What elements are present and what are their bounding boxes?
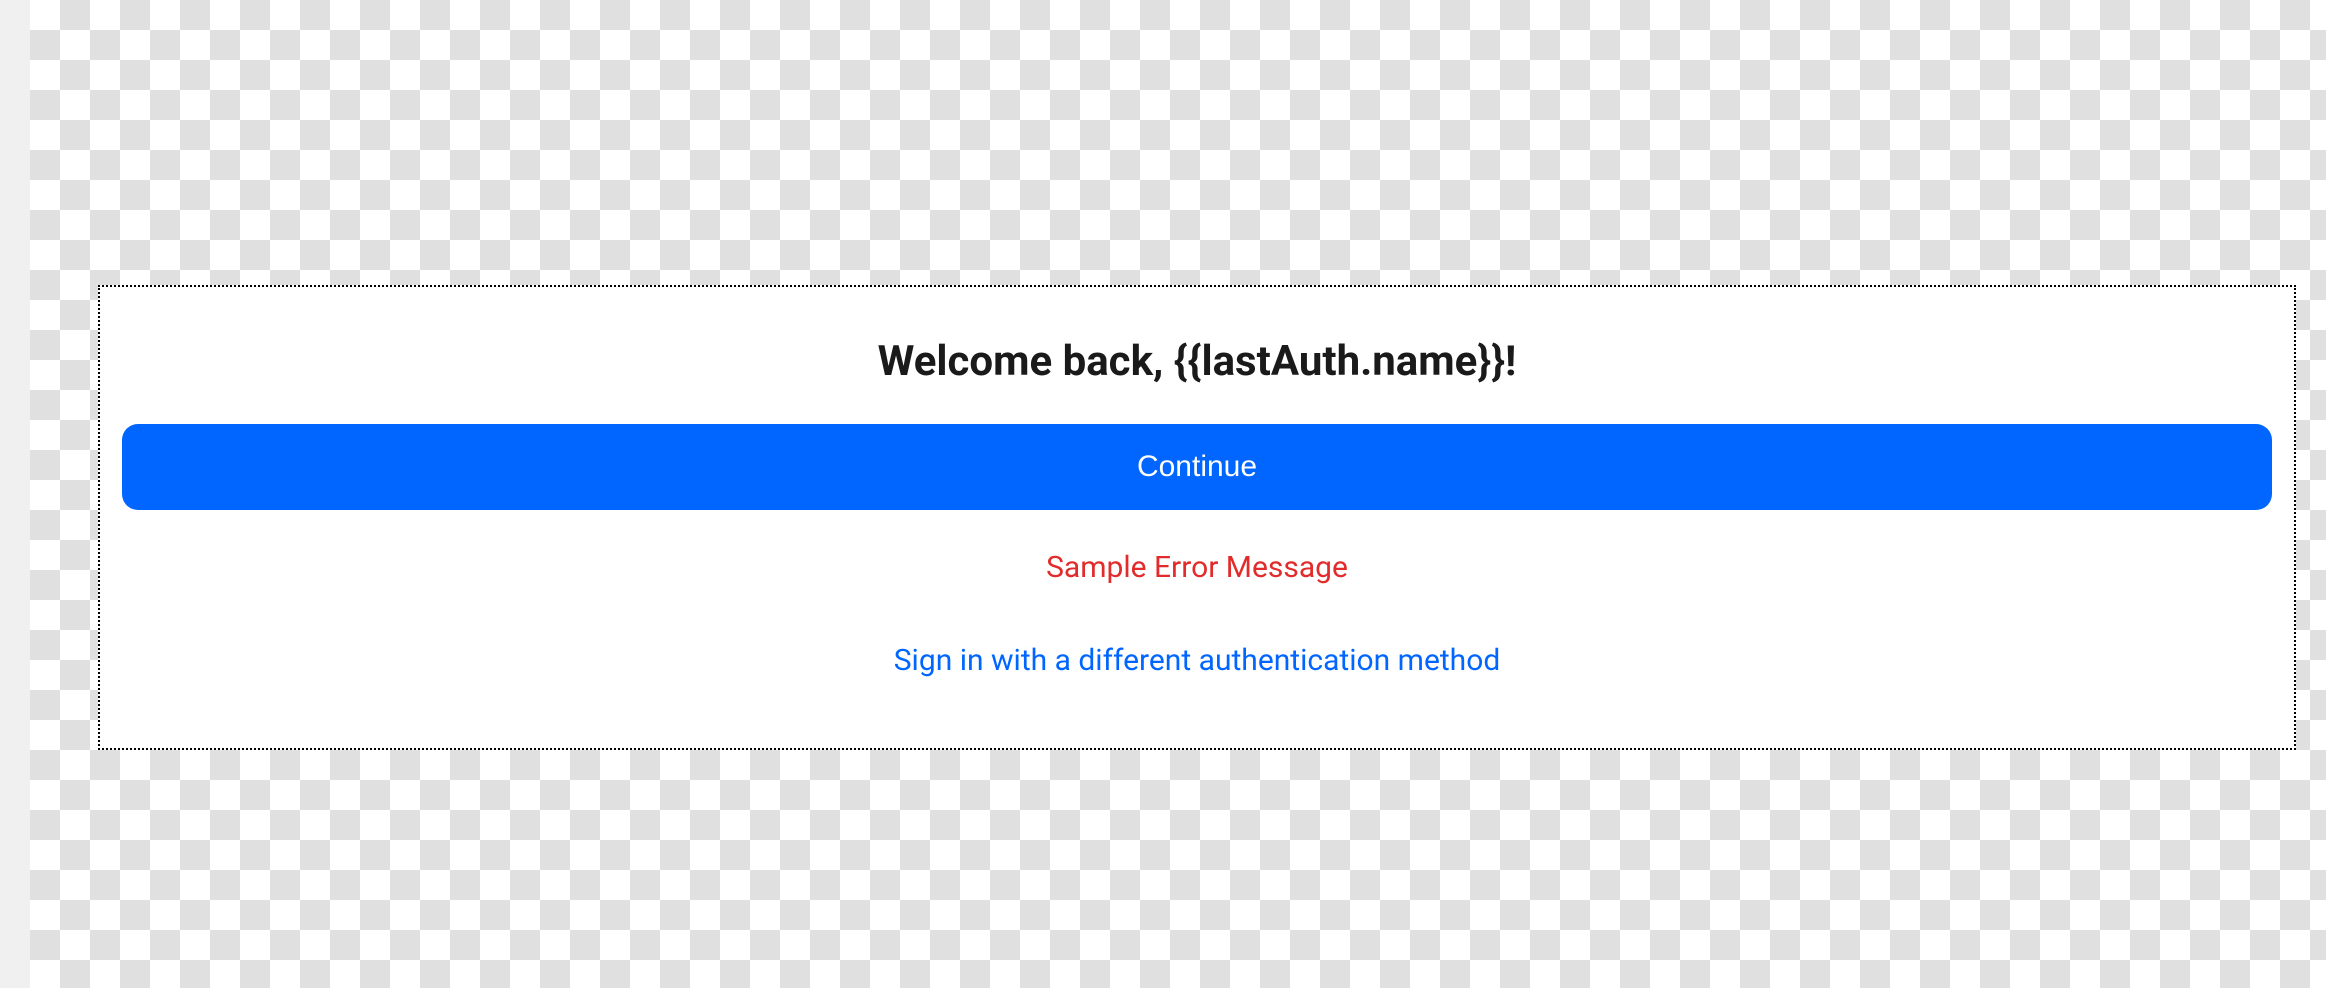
alt-signin-link[interactable]: Sign in with a different authentication … bbox=[894, 643, 1501, 678]
page-container: Welcome back, {{lastAuth.name}}! Continu… bbox=[0, 0, 2326, 988]
transparency-background: Welcome back, {{lastAuth.name}}! Continu… bbox=[30, 0, 2326, 988]
welcome-heading: Welcome back, {{lastAuth.name}}! bbox=[122, 337, 2272, 386]
error-message: Sample Error Message bbox=[122, 550, 2272, 585]
auth-card: Welcome back, {{lastAuth.name}}! Continu… bbox=[98, 285, 2296, 750]
continue-button[interactable]: Continue bbox=[122, 424, 2272, 510]
